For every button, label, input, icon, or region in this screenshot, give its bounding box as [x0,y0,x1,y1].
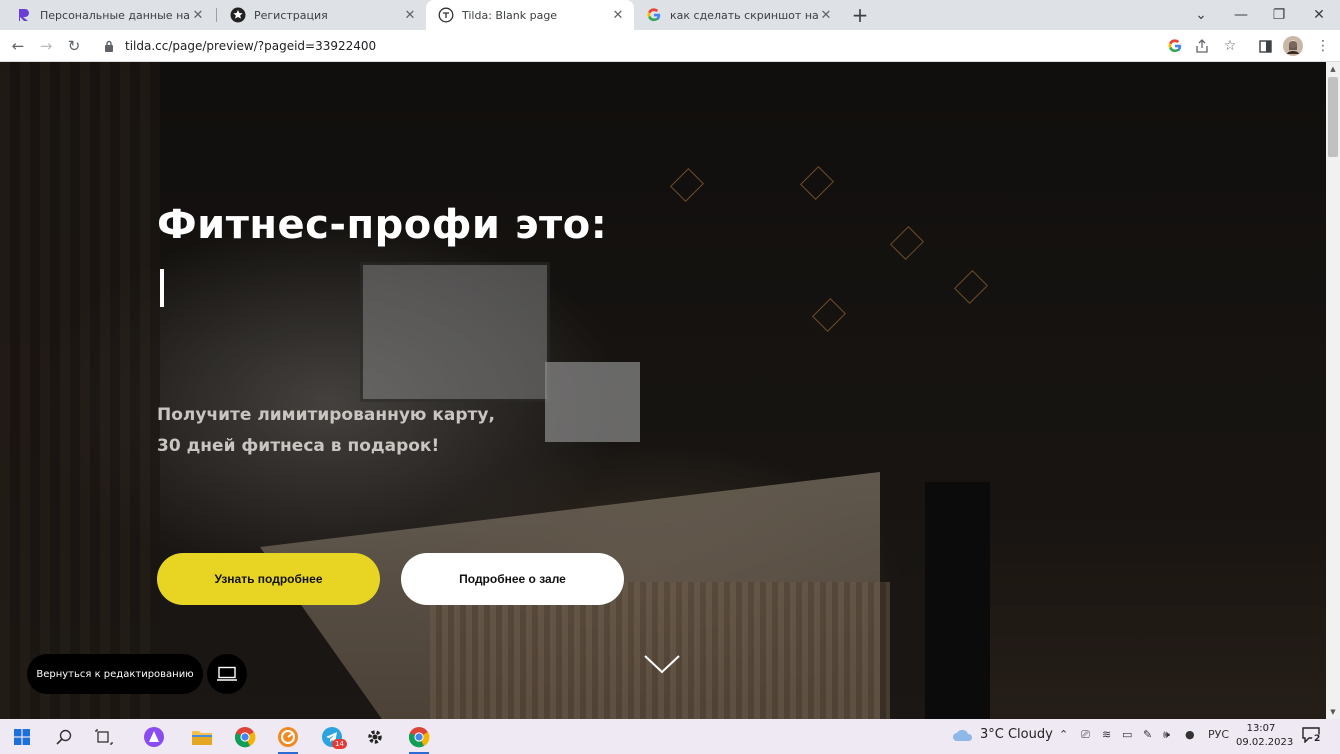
weather-text: 3°C Cloudy [980,727,1053,742]
tab-title: Регистрация [254,8,328,22]
reload-icon[interactable]: ↻ [62,34,86,58]
new-tab-button[interactable]: + [848,3,872,27]
windows-start-icon[interactable] [8,723,36,751]
tab-title: как сделать скриншот на ноутб [670,8,818,22]
dark-overlay [0,62,1326,719]
tab-separator [216,8,217,22]
telegram-unread-badge: 14 [332,739,347,749]
learn-more-button[interactable]: Узнать подробнее [157,553,380,605]
tab-strip: Персональные данные на Freel ✕ Регистрац… [0,0,1340,30]
gym-details-button[interactable]: Подробнее о зале [401,553,624,605]
tab-search-chevron-icon[interactable]: ⌄ [1182,0,1220,30]
meet-now-icon[interactable]: ⎚ [1081,728,1090,742]
search-icon[interactable] [50,723,78,751]
tab-freelance[interactable]: Персональные данные на Freel ✕ [4,0,214,30]
bookmark-star-icon[interactable]: ☆ [1219,35,1241,57]
chrome-icon[interactable] [231,723,259,751]
scroll-down-icon[interactable]: ▼ [1326,705,1340,719]
chrome-active-icon[interactable] [405,723,433,754]
wifi-icon[interactable]: ≋ [1102,728,1111,741]
back-to-editing-button[interactable]: Вернуться к редактированию [27,654,203,694]
close-tab-icon[interactable]: ✕ [190,7,206,23]
clock-time: 13:07 [1246,723,1276,734]
battery-icon[interactable]: ▭ [1122,728,1132,741]
hero-subtitle-line-2: 30 дней фитнеса в подарок! [157,436,440,456]
minimize-button[interactable]: — [1222,0,1260,30]
hero-subtitle: Получите лимитированную карту, 30 дней ф… [157,400,495,462]
browser-menu-icon[interactable]: ⋮ [1312,35,1334,57]
windows-taskbar: 14 3°C Cloudy ⌃ ⎚ ≋ ▭ ✎ 🕪 ● РУС 13:07 09… [0,719,1340,754]
language-indicator[interactable]: РУС [1208,728,1229,741]
clock-date: 09.02.2023 [1236,737,1294,748]
typing-caret [160,269,164,307]
volume-icon[interactable]: 🕪 [1163,728,1170,742]
tab-google-search[interactable]: как сделать скриншот на ноутб ✕ [634,0,842,30]
alice-assistant-icon[interactable] [140,723,168,751]
scroll-up-icon[interactable]: ▲ [1326,62,1340,76]
freelancer-r-icon [16,7,32,23]
back-arrow-icon[interactable]: ← [6,34,30,58]
settings-gear-icon[interactable] [361,723,389,751]
page-scrollbar[interactable]: ▲ ▼ [1326,62,1340,719]
tab-title: Персональные данные на Freel [40,8,190,22]
close-tab-icon[interactable]: ✕ [818,7,834,23]
tray-overflow-chevron-icon[interactable]: ⌃ [1059,728,1068,741]
page-viewport: Фитнес-профи это: Получите лимитированну… [0,62,1326,719]
google-g-icon [646,7,662,23]
tilda-t-icon [438,7,454,23]
device-preview-button[interactable] [207,654,247,694]
pen-tablet-icon[interactable]: ✎ [1143,728,1152,741]
cloud-icon [953,729,973,741]
system-clock[interactable]: 13:07 09.02.2023 [1236,722,1294,750]
notification-count-badge: 2 [1312,734,1323,745]
side-panel-icon[interactable] [1254,35,1276,57]
hero-title: Фитнес-профи это: [157,202,608,248]
close-window-button[interactable]: ✕ [1300,0,1338,30]
tab-registration[interactable]: Регистрация ✕ [218,0,426,30]
google-lens-icon[interactable] [1164,35,1186,57]
mic-muted-icon[interactable]: ● [1185,728,1195,741]
task-view-icon[interactable] [90,723,118,751]
lock-icon[interactable] [104,39,118,53]
profile-avatar[interactable] [1282,35,1304,57]
browser-toolbar: ← → ↻ tilda.cc/page/preview/?pageid=3392… [0,30,1340,62]
scroll-down-arrow-icon[interactable] [644,654,680,676]
telegram-icon[interactable]: 14 [318,723,347,751]
forward-arrow-icon[interactable]: → [34,34,58,58]
tab-tilda[interactable]: Tilda: Blank page ✕ [426,0,634,30]
hero-subtitle-line-1: Получите лимитированную карту, [157,405,495,425]
restore-button[interactable]: ❐ [1260,0,1298,30]
scrollbar-thumb[interactable] [1328,77,1338,157]
notification-center-icon[interactable]: 2 [1302,727,1324,747]
file-explorer-icon[interactable] [188,723,216,751]
screenshot-tool-icon[interactable] [274,723,302,754]
laptop-icon [217,666,237,681]
close-tab-icon[interactable]: ✕ [402,7,418,23]
star-badge-icon [230,7,246,23]
url-text: tilda.cc/page/preview/?pageid=33922400 [125,39,377,53]
share-icon[interactable] [1191,35,1213,57]
weather-widget[interactable]: 3°C Cloudy [952,727,1053,742]
address-bar[interactable]: tilda.cc/page/preview/?pageid=33922400 [94,33,1162,59]
tab-title: Tilda: Blank page [462,8,558,22]
close-tab-icon[interactable]: ✕ [610,7,626,23]
